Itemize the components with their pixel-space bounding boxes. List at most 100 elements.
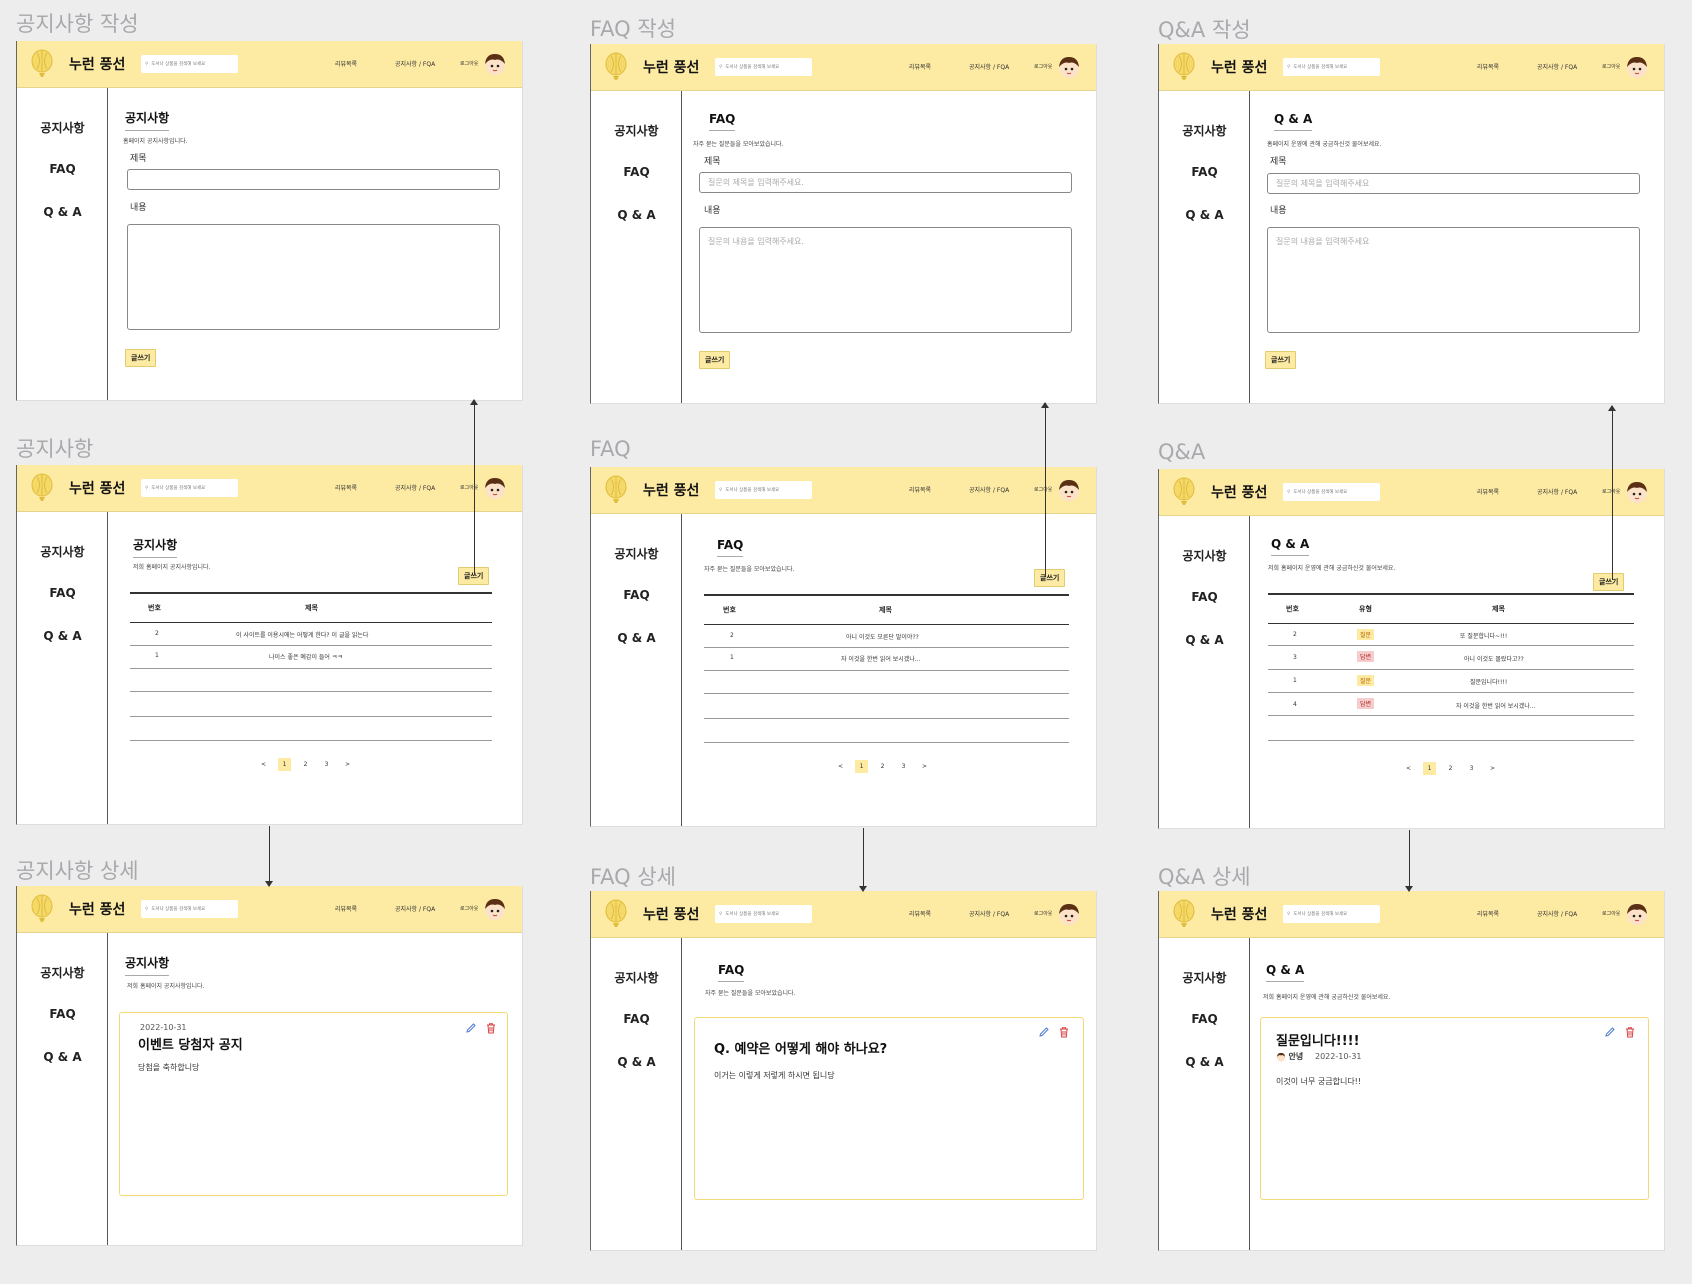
brand-name[interactable]: 누런 풍선: [69, 478, 125, 498]
page-next[interactable]: >: [1486, 762, 1499, 775]
brand-name[interactable]: 누런 풍선: [643, 904, 699, 924]
search-input[interactable]: ⚲ 도서나 상품을 검색해 보세요: [715, 905, 812, 923]
avatar-icon[interactable]: [1625, 480, 1649, 504]
nav-notice[interactable]: 공지사항 / FQA: [395, 483, 435, 492]
page-prev[interactable]: <: [834, 760, 847, 773]
sidebar-item-qna[interactable]: Q & A: [1159, 1055, 1250, 1069]
content-textarea[interactable]: 질문의 내용을 입력해주세요: [1267, 227, 1640, 333]
balloon-logo-icon[interactable]: [29, 473, 55, 503]
submit-button[interactable]: 글쓰기: [699, 351, 731, 369]
brand-name[interactable]: 누런 풍선: [69, 899, 125, 919]
search-input[interactable]: ⚲ 도서나 상품을 검색해 보세요: [1283, 483, 1380, 501]
page-prev[interactable]: <: [257, 758, 270, 771]
sidebar-item-qna[interactable]: Q & A: [1159, 208, 1250, 222]
nav-logout[interactable]: 로그아웃: [460, 484, 478, 491]
sidebar-item-faq[interactable]: FAQ: [17, 162, 108, 176]
avatar-icon[interactable]: [483, 476, 507, 500]
pencil-icon[interactable]: [1604, 1026, 1616, 1038]
search-input[interactable]: ⚲ 도서나 상품을 검색해 보세요: [141, 55, 238, 73]
brand-name[interactable]: 누런 풍선: [1211, 904, 1267, 924]
content-textarea[interactable]: [127, 224, 500, 330]
nav-notice[interactable]: 공지사항 / FQA: [969, 909, 1009, 918]
balloon-logo-icon[interactable]: [1171, 477, 1197, 507]
sidebar-item-notice[interactable]: 공지사항: [17, 543, 108, 560]
balloon-logo-icon[interactable]: [29, 894, 55, 924]
sidebar-item-qna[interactable]: Q & A: [17, 205, 108, 219]
nav-notice[interactable]: 공지사항 / FQA: [1537, 909, 1577, 918]
balloon-logo-icon[interactable]: [1171, 52, 1197, 82]
table-row-title[interactable]: 나이스 좋은 예감이 들어 ㅋㅋ: [269, 652, 343, 661]
nav-notice[interactable]: 공지사항 / FQA: [395, 904, 435, 913]
nav-logout[interactable]: 로그아웃: [460, 905, 478, 912]
avatar-icon[interactable]: [483, 52, 507, 76]
page-1[interactable]: 1: [1423, 762, 1436, 775]
nav-logout[interactable]: 로그아웃: [1034, 63, 1052, 70]
sidebar-item-faq[interactable]: FAQ: [1159, 1012, 1250, 1026]
sidebar-item-notice[interactable]: 공지사항: [17, 119, 108, 136]
sidebar-item-notice[interactable]: 공지사항: [591, 122, 682, 139]
avatar-icon[interactable]: [1625, 55, 1649, 79]
search-input[interactable]: ⚲ 도서나 상품을 검색해 보세요: [715, 58, 812, 76]
nav-notice[interactable]: 공지사항 / FQA: [969, 485, 1009, 494]
sidebar-item-notice[interactable]: 공지사항: [591, 545, 682, 562]
brand-name[interactable]: 누런 풍선: [643, 57, 699, 77]
page-2[interactable]: 2: [299, 758, 312, 771]
sidebar-item-qna[interactable]: Q & A: [17, 1050, 108, 1064]
nav-logout[interactable]: 로그아웃: [1602, 910, 1620, 917]
trash-icon[interactable]: [1058, 1026, 1070, 1038]
nav-notice[interactable]: 공지사항 / FQA: [1537, 62, 1577, 71]
brand-name[interactable]: 누런 풍선: [1211, 57, 1267, 77]
table-row-title[interactable]: 이 사이트를 이용시에는 어떻게 한다? 이 글을 읽는다: [236, 630, 368, 639]
write-button[interactable]: 글쓰기: [1034, 569, 1066, 587]
trash-icon[interactable]: [1624, 1026, 1636, 1038]
page-prev[interactable]: <: [1402, 762, 1415, 775]
sidebar-item-faq[interactable]: FAQ: [17, 586, 108, 600]
nav-notice[interactable]: 공지사항 / FQA: [969, 62, 1009, 71]
search-input[interactable]: ⚲ 도서나 상품을 검색해 보세요: [141, 900, 238, 918]
nav-logout[interactable]: 로그아웃: [1602, 63, 1620, 70]
submit-button[interactable]: 글쓰기: [1265, 351, 1297, 369]
sidebar-item-faq[interactable]: FAQ: [591, 1012, 682, 1026]
sidebar-item-notice[interactable]: 공지사항: [1159, 547, 1250, 564]
avatar-icon[interactable]: [1057, 478, 1081, 502]
sidebar-item-notice[interactable]: 공지사항: [591, 969, 682, 986]
title-input[interactable]: 질문의 제목을 입력해주세요.: [699, 172, 1072, 193]
trash-icon[interactable]: [485, 1022, 497, 1034]
avatar-icon[interactable]: [1057, 55, 1081, 79]
table-row-title[interactable]: 또 질문합니다~!!!: [1460, 631, 1507, 640]
sidebar-item-qna[interactable]: Q & A: [591, 1055, 682, 1069]
page-next[interactable]: >: [918, 760, 931, 773]
nav-reviews[interactable]: 리뷰목록: [1477, 487, 1499, 496]
balloon-logo-icon[interactable]: [29, 49, 55, 79]
brand-name[interactable]: 누런 풍선: [1211, 482, 1267, 502]
nav-reviews[interactable]: 리뷰목록: [335, 483, 357, 492]
pencil-icon[interactable]: [465, 1022, 477, 1034]
nav-reviews[interactable]: 리뷰목록: [909, 909, 931, 918]
search-input[interactable]: ⚲ 도서나 상품을 검색해 보세요: [1283, 905, 1380, 923]
title-input[interactable]: 질문의 제목을 입력해주세요: [1267, 173, 1640, 194]
table-row-title[interactable]: 아니 이것도 모른단 말이야??: [846, 632, 919, 641]
nav-reviews[interactable]: 리뷰목록: [909, 485, 931, 494]
page-2[interactable]: 2: [1444, 762, 1457, 775]
balloon-logo-icon[interactable]: [603, 52, 629, 82]
nav-reviews[interactable]: 리뷰목록: [1477, 909, 1499, 918]
brand-name[interactable]: 누런 풍선: [69, 54, 125, 74]
page-3[interactable]: 3: [897, 760, 910, 773]
sidebar-item-faq[interactable]: FAQ: [1159, 590, 1250, 604]
title-input[interactable]: [127, 169, 500, 190]
avatar-icon[interactable]: [483, 897, 507, 921]
write-button[interactable]: 글쓰기: [1593, 573, 1625, 591]
table-row-title[interactable]: 자 이것을 한번 읽어 보시겠나...: [841, 654, 921, 663]
balloon-logo-icon[interactable]: [1171, 899, 1197, 929]
sidebar-item-notice[interactable]: 공지사항: [1159, 122, 1250, 139]
page-1[interactable]: 1: [855, 760, 868, 773]
sidebar-item-qna[interactable]: Q & A: [591, 631, 682, 645]
pencil-icon[interactable]: [1038, 1026, 1050, 1038]
content-textarea[interactable]: 질문의 내용을 입력해주세요.: [699, 227, 1072, 333]
search-input[interactable]: ⚲ 도서나 상품을 검색해 보세요: [1283, 58, 1380, 76]
sidebar-item-qna[interactable]: Q & A: [1159, 633, 1250, 647]
table-row-title[interactable]: 아니 이것도 몰랐다고??: [1464, 654, 1524, 663]
sidebar-item-faq[interactable]: FAQ: [1159, 165, 1250, 179]
nav-logout[interactable]: 로그아웃: [460, 60, 478, 67]
page-2[interactable]: 2: [876, 760, 889, 773]
